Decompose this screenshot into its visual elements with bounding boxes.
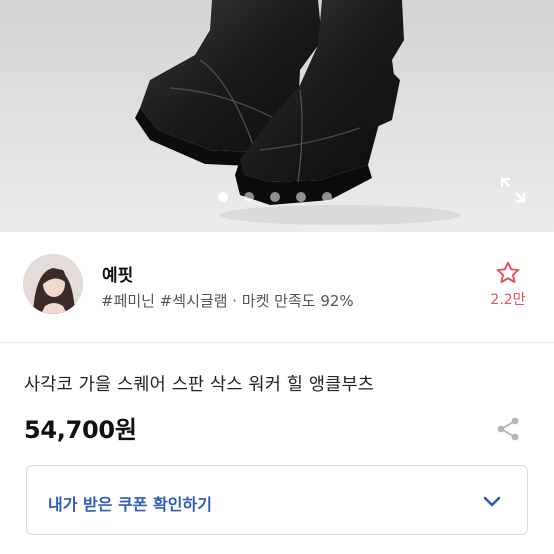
carousel-dots	[0, 192, 552, 202]
carousel-dot[interactable]	[296, 192, 306, 202]
shop-tags: #페미닌 #섹시글램 · 마켓 만족도 92%	[101, 292, 354, 310]
section-divider	[0, 342, 554, 343]
carousel-dot[interactable]	[322, 192, 332, 202]
avatar-image	[23, 254, 83, 314]
product-title: 사각코 가을 스퀘어 스판 삭스 워커 힐 앵클부츠	[24, 375, 375, 395]
coupon-check-button[interactable]: 내가 받은 쿠폰 확인하기	[26, 465, 528, 535]
carousel-dot[interactable]	[244, 192, 254, 202]
star-outline-icon	[496, 261, 520, 283]
share-icon[interactable]	[494, 415, 522, 443]
product-image-carousel[interactable]	[0, 0, 554, 232]
favorite-count: 2.2만	[490, 292, 526, 308]
favorite-button[interactable]: 2.2만	[488, 260, 528, 309]
shop-info[interactable]: 예핏 #페미닌 #섹시글램 · 마켓 만족도 92% 2.2만	[0, 236, 554, 336]
coupon-label: 내가 받은 쿠폰 확인하기	[48, 495, 212, 514]
carousel-dot[interactable]	[270, 192, 280, 202]
shop-avatar[interactable]	[23, 254, 83, 314]
expand-icon[interactable]	[498, 175, 528, 205]
product-price: 54,700원	[24, 416, 137, 444]
chevron-down-icon	[483, 496, 501, 507]
carousel-dot-active[interactable]	[218, 192, 228, 202]
shop-name[interactable]: 예핏	[102, 261, 133, 286]
